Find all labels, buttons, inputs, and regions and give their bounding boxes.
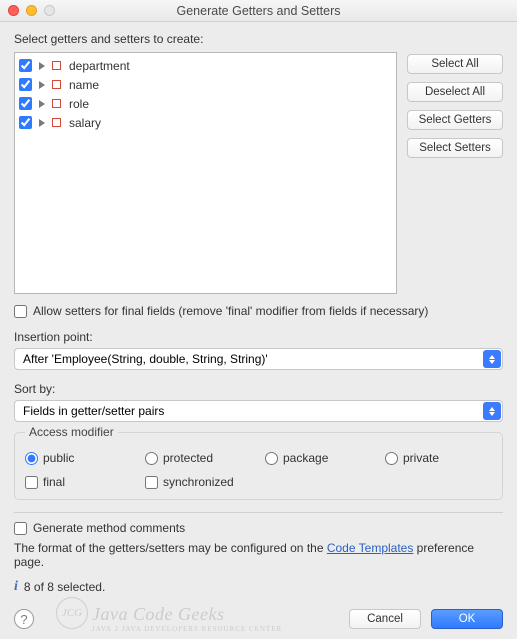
ok-button[interactable]: OK bbox=[431, 609, 503, 629]
titlebar: Generate Getters and Setters bbox=[0, 0, 517, 22]
access-public-option[interactable]: public bbox=[25, 451, 115, 465]
final-option[interactable]: final bbox=[25, 475, 115, 489]
prompt-label: Select getters and setters to create: bbox=[14, 32, 503, 46]
access-public-radio[interactable] bbox=[25, 452, 38, 465]
access-protected-radio[interactable] bbox=[145, 452, 158, 465]
disclosure-triangle-icon[interactable] bbox=[39, 100, 45, 108]
allow-final-checkbox[interactable] bbox=[14, 305, 27, 318]
generate-comments-label: Generate method comments bbox=[33, 521, 185, 535]
field-checkbox[interactable] bbox=[19, 97, 32, 110]
deselect-all-button[interactable]: Deselect All bbox=[407, 82, 503, 102]
status-row: i 8 of 8 selected. bbox=[14, 579, 503, 595]
info-icon: i bbox=[14, 579, 18, 595]
format-note: The format of the getters/setters may be… bbox=[14, 541, 503, 569]
help-button[interactable]: ? bbox=[14, 609, 34, 629]
access-package-radio[interactable] bbox=[265, 452, 278, 465]
access-package-option[interactable]: package bbox=[265, 451, 355, 465]
disclosure-triangle-icon[interactable] bbox=[39, 119, 45, 127]
disclosure-triangle-icon[interactable] bbox=[39, 81, 45, 89]
insertion-point-label: Insertion point: bbox=[14, 330, 503, 344]
field-icon bbox=[52, 80, 61, 89]
cancel-button[interactable]: Cancel bbox=[349, 609, 421, 629]
disclosure-triangle-icon[interactable] bbox=[39, 62, 45, 70]
field-icon bbox=[52, 118, 61, 127]
synchronized-checkbox[interactable] bbox=[145, 476, 158, 489]
field-label: department bbox=[69, 59, 130, 73]
tree-item[interactable]: role bbox=[17, 94, 394, 113]
field-icon bbox=[52, 61, 61, 70]
final-checkbox[interactable] bbox=[25, 476, 38, 489]
select-stepper-icon[interactable] bbox=[483, 402, 501, 420]
side-buttons: Select All Deselect All Select Getters S… bbox=[407, 52, 503, 294]
status-text: 8 of 8 selected. bbox=[24, 580, 105, 594]
select-all-button[interactable]: Select All bbox=[407, 54, 503, 74]
access-protected-option[interactable]: protected bbox=[145, 451, 235, 465]
field-checkbox[interactable] bbox=[19, 78, 32, 91]
field-icon bbox=[52, 99, 61, 108]
sort-by-select[interactable] bbox=[14, 400, 503, 422]
sort-by-label: Sort by: bbox=[14, 382, 503, 396]
access-modifier-title: Access modifier bbox=[25, 425, 118, 439]
tree-item[interactable]: department bbox=[17, 56, 394, 75]
field-label: salary bbox=[69, 116, 101, 130]
synchronized-option[interactable]: synchronized bbox=[145, 475, 235, 489]
tree-item[interactable]: salary bbox=[17, 113, 394, 132]
select-setters-button[interactable]: Select Setters bbox=[407, 138, 503, 158]
generate-comments-checkbox[interactable] bbox=[14, 522, 27, 535]
footer: ? Cancel OK bbox=[0, 601, 517, 639]
insertion-point-select[interactable] bbox=[14, 348, 503, 370]
access-private-option[interactable]: private bbox=[385, 451, 475, 465]
code-templates-link[interactable]: Code Templates bbox=[327, 541, 414, 555]
select-getters-button[interactable]: Select Getters bbox=[407, 110, 503, 130]
field-label: role bbox=[69, 97, 89, 111]
allow-final-label: Allow setters for final fields (remove '… bbox=[33, 304, 428, 318]
tree-item[interactable]: name bbox=[17, 75, 394, 94]
field-checkbox[interactable] bbox=[19, 59, 32, 72]
window-title: Generate Getters and Setters bbox=[0, 4, 517, 18]
divider bbox=[14, 512, 503, 513]
field-label: name bbox=[69, 78, 99, 92]
field-tree[interactable]: department name role salary bbox=[14, 52, 397, 294]
access-modifier-group: Access modifier public protected package… bbox=[14, 432, 503, 500]
select-stepper-icon[interactable] bbox=[483, 350, 501, 368]
access-private-radio[interactable] bbox=[385, 452, 398, 465]
field-checkbox[interactable] bbox=[19, 116, 32, 129]
